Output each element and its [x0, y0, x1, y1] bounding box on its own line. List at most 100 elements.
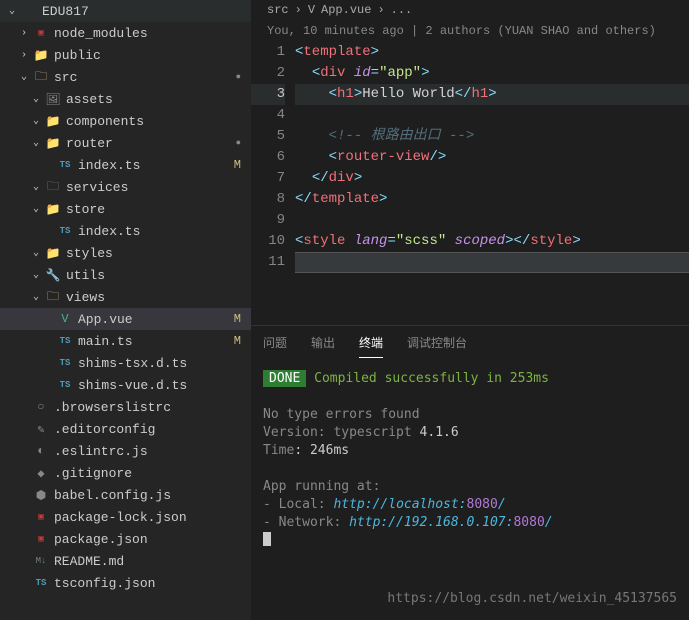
line-number[interactable]: 5 — [251, 126, 285, 147]
network-label: - Network: — [263, 515, 349, 530]
code-line[interactable]: <h1>Hello World</h1> — [295, 84, 689, 105]
file-explorer[interactable]: EDU817▣node_modules📁public🗀src●🖼assets📁c… — [0, 0, 251, 620]
code-line[interactable] — [295, 210, 689, 231]
code-line[interactable]: <div id="app"> — [295, 63, 689, 84]
tree-item-.eslintrc.js[interactable]: ◐.eslintrc.js — [0, 440, 251, 462]
tree-label: .editorconfig — [54, 422, 251, 437]
tree-item-styles[interactable]: 📁styles — [0, 242, 251, 264]
tree-item-public[interactable]: 📁public — [0, 44, 251, 66]
tree-label: shims-tsx.d.ts — [78, 356, 251, 371]
code-line[interactable]: </template> — [295, 189, 689, 210]
file-icon: M↓ — [32, 552, 50, 570]
tree-item-assets[interactable]: 🖼assets — [0, 88, 251, 110]
tree-item-.browserslistrc[interactable]: ○ .browserslistrc — [0, 396, 251, 418]
breadcrumb-root[interactable]: src — [267, 3, 289, 17]
file-icon: ○ — [32, 398, 50, 416]
tree-label: services — [66, 180, 251, 195]
panel-tab-3[interactable]: 调试控制台 — [407, 334, 467, 358]
chevron-icon[interactable] — [28, 93, 44, 105]
breadcrumb-file[interactable]: App.vue — [321, 3, 371, 17]
panel-tab-2[interactable]: 终端 — [359, 334, 383, 358]
tree-label: .browserslistrc — [54, 400, 251, 415]
line-number[interactable]: 6 — [251, 147, 285, 168]
chevron-icon[interactable] — [16, 50, 32, 61]
tree-item-index.ts[interactable]: TSindex.ts — [0, 220, 251, 242]
code-line[interactable] — [295, 105, 689, 126]
tree-item-views[interactable]: 🗀views — [0, 286, 251, 308]
tree-item-package.json[interactable]: ▣ package.json — [0, 528, 251, 550]
chevron-right-icon: › — [295, 3, 302, 17]
local-url[interactable]: http://localhost: — [333, 497, 466, 512]
chevron-icon[interactable] — [4, 5, 20, 17]
tree-label: tsconfig.json — [54, 576, 251, 591]
tree-item-package-lock.json[interactable]: ▣package-lock.json — [0, 506, 251, 528]
code-line[interactable] — [295, 252, 689, 273]
tree-item-index.ts[interactable]: TSindex.tsM — [0, 154, 251, 176]
tree-label: main.ts — [78, 334, 234, 349]
line-number[interactable]: 2 — [251, 63, 285, 84]
breadcrumb-more[interactable]: ... — [391, 3, 413, 17]
line-number[interactable]: 8 — [251, 189, 285, 210]
chevron-icon[interactable] — [28, 115, 44, 127]
tree-item-shims-vue.d.ts[interactable]: TSshims-vue.d.ts — [0, 374, 251, 396]
code-line[interactable]: <!-- 根路由出口 --> — [295, 126, 689, 147]
tree-label: assets — [66, 92, 251, 107]
code-editor[interactable]: 1234567891011 <template> <div id="app"> … — [251, 42, 689, 325]
tree-item-babel.config.js[interactable]: ⬢babel.config.js — [0, 484, 251, 506]
chevron-icon[interactable] — [16, 28, 32, 39]
tree-item-main.ts[interactable]: TSmain.tsM — [0, 330, 251, 352]
line-number[interactable]: 3 — [251, 84, 285, 105]
tree-item-services[interactable]: 🗀services — [0, 176, 251, 198]
tree-label: package.json — [54, 532, 251, 547]
file-icon — [20, 2, 38, 20]
terminal-cursor — [263, 532, 271, 546]
line-number[interactable]: 1 — [251, 42, 285, 63]
line-number[interactable]: 11 — [251, 252, 285, 273]
chevron-icon[interactable] — [28, 137, 44, 149]
code-line[interactable]: </div> — [295, 168, 689, 189]
terminal-output[interactable]: DONE Compiled successfully in 253ms No t… — [251, 358, 689, 620]
code-line[interactable]: <template> — [295, 42, 689, 63]
tree-item-router[interactable]: 📁router● — [0, 132, 251, 154]
tree-label: shims-vue.d.ts — [78, 378, 251, 393]
tree-label: store — [66, 202, 251, 217]
line-number[interactable]: 9 — [251, 210, 285, 231]
line-number[interactable]: 4 — [251, 105, 285, 126]
file-icon: 📁 — [44, 200, 62, 218]
tree-item-tsconfig.json[interactable]: TStsconfig.json — [0, 572, 251, 594]
code-content[interactable]: <template> <div id="app"> <h1>Hello Worl… — [295, 42, 689, 325]
line-number[interactable]: 7 — [251, 168, 285, 189]
chevron-icon[interactable] — [16, 71, 32, 83]
chevron-icon[interactable] — [28, 203, 44, 215]
panel-tab-1[interactable]: 输出 — [311, 334, 335, 358]
tree-item-components[interactable]: 📁components — [0, 110, 251, 132]
chevron-icon[interactable] — [28, 181, 44, 193]
tree-item-node_modules[interactable]: ▣node_modules — [0, 22, 251, 44]
panel-tab-0[interactable]: 问题 — [263, 334, 287, 358]
code-line[interactable]: <router-view/> — [295, 147, 689, 168]
file-icon: TS — [56, 354, 74, 372]
tree-item-.editorconfig[interactable]: ✎.editorconfig — [0, 418, 251, 440]
time-label: Time — [263, 443, 294, 458]
tree-item-store[interactable]: 📁 store — [0, 198, 251, 220]
chevron-icon[interactable] — [28, 269, 44, 281]
file-icon: ▣ — [32, 508, 50, 526]
chevron-icon[interactable] — [28, 291, 44, 303]
tree-item-EDU817[interactable]: EDU817 — [0, 0, 251, 22]
tree-item-src[interactable]: 🗀src● — [0, 66, 251, 88]
tree-item-shims-tsx.d.ts[interactable]: TS shims-tsx.d.ts — [0, 352, 251, 374]
code-line[interactable]: <style lang="scss" scoped></style> — [295, 231, 689, 252]
gitlens-authors: You, 10 minutes ago | 2 authors (YUAN SH… — [251, 20, 689, 42]
tree-item-README.md[interactable]: M↓README.md — [0, 550, 251, 572]
tree-item-utils[interactable]: 🔧utils — [0, 264, 251, 286]
chevron-right-icon: › — [377, 3, 384, 17]
line-number[interactable]: 10 — [251, 231, 285, 252]
tree-item-App.vue[interactable]: VApp.vueM — [0, 308, 251, 330]
chevron-icon[interactable] — [28, 247, 44, 259]
tree-item-.gitignore[interactable]: ◆.gitignore — [0, 462, 251, 484]
file-icon: ▣ — [32, 530, 50, 548]
network-url[interactable]: http://192.168.0.107: — [349, 515, 513, 530]
editor-area: src › V App.vue › ... You, 10 minutes ag… — [251, 0, 689, 620]
local-label: - Local: — [263, 497, 333, 512]
breadcrumb[interactable]: src › V App.vue › ... — [251, 0, 689, 20]
